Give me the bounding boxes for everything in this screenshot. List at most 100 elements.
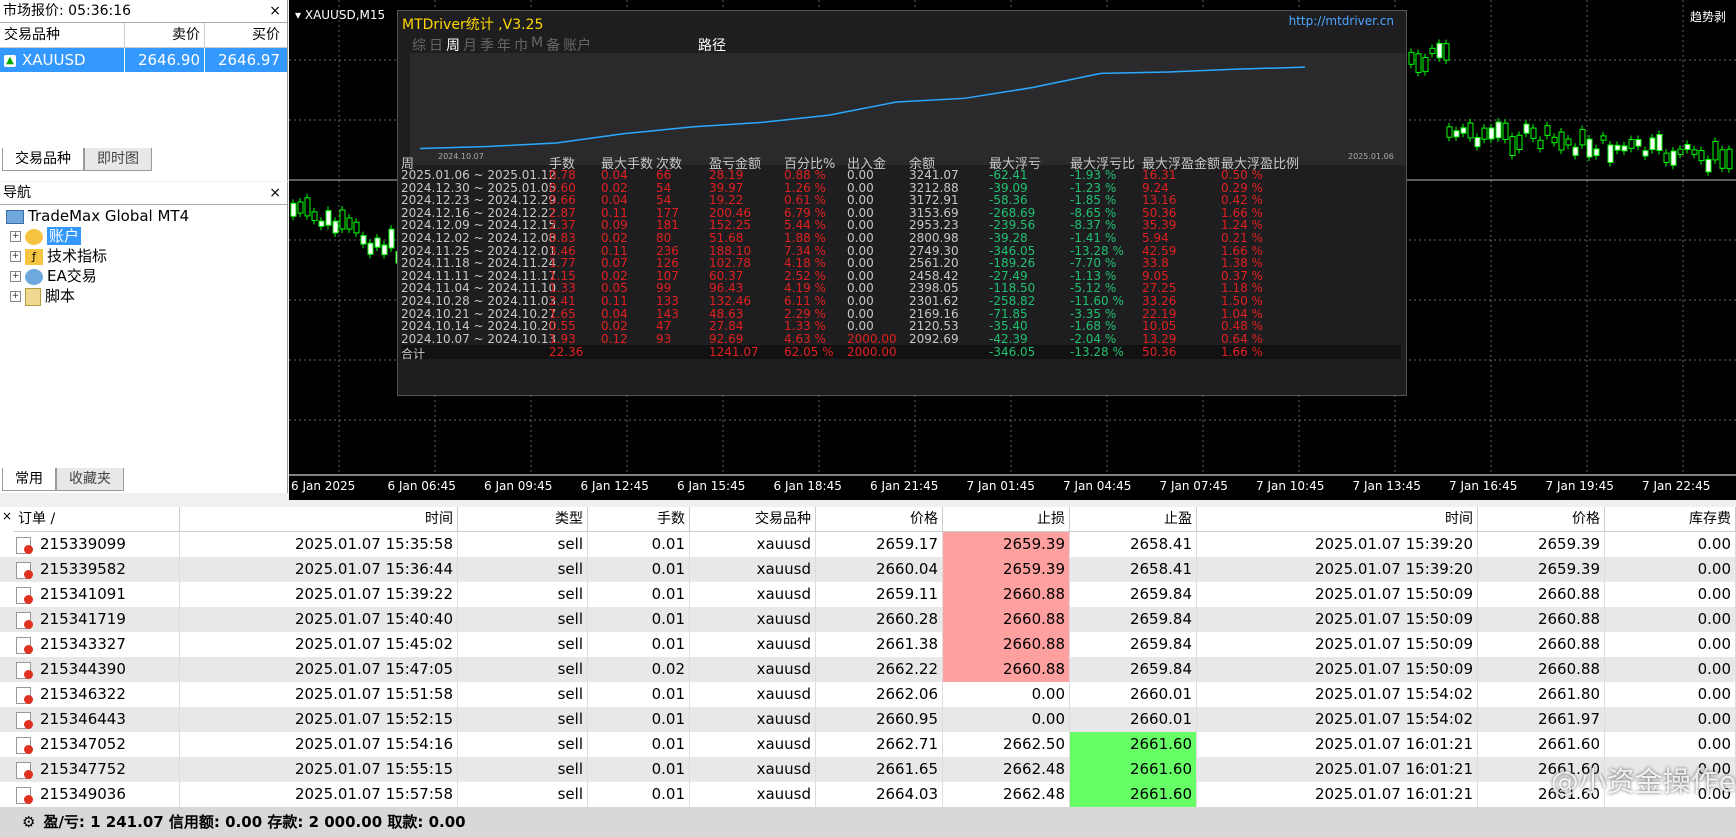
candle-body: [1712, 141, 1719, 161]
orders-col-header[interactable]: 库存费: [1605, 507, 1736, 532]
status-footer: ⚙ 盈/亏: 1 241.07 信用额: 0.00 存款: 2 000.00 取款…: [0, 807, 1736, 837]
ask-price: 2646.97: [217, 51, 280, 69]
order-cell: 0.00: [1605, 682, 1736, 707]
order-row[interactable]: 215343327 2025.01.07 15:45:02 sell 0.01 xauu…: [0, 632, 1736, 657]
order-cell: 0.00: [1605, 632, 1736, 657]
candle-body: [1516, 134, 1523, 151]
order-row[interactable]: 215339582 2025.01.07 15:36:44 sell 0.01 xauu…: [0, 557, 1736, 582]
stats-tab[interactable]: 年: [497, 35, 511, 55]
tree-item-experts[interactable]: + EA交易: [10, 266, 97, 286]
tab-favorites[interactable]: 收藏夹: [56, 468, 124, 491]
stats-tab[interactable]: 季: [480, 35, 494, 55]
stats-tab[interactable]: 综: [412, 35, 426, 55]
order-row[interactable]: 215346443 2025.01.07 15:52:15 sell 0.01 xauu…: [0, 707, 1736, 732]
expand-icon[interactable]: +: [10, 231, 21, 242]
candle-body: [1656, 133, 1663, 152]
order-cell: 2659.84: [1070, 582, 1197, 607]
close-icon[interactable]: ×: [2, 509, 12, 523]
tab-tick-chart[interactable]: 即时图: [84, 148, 152, 171]
expand-icon[interactable]: +: [10, 251, 21, 262]
stats-tab[interactable]: 账户: [563, 35, 591, 55]
order-cell: 2659.39: [943, 557, 1070, 582]
order-row[interactable]: 215341719 2025.01.07 15:40:40 sell 0.01 xauu…: [0, 607, 1736, 632]
stats-total-cell: 2000.00: [847, 345, 897, 359]
order-cell: 0.01: [588, 557, 690, 582]
orders-col-header[interactable]: 手数: [588, 507, 690, 532]
order-cell: sell: [458, 557, 588, 582]
x-tick-label: 7 Jan 07:45: [1159, 479, 1228, 493]
close-icon[interactable]: ×: [269, 182, 281, 204]
order-row[interactable]: 215344390 2025.01.07 15:47:05 sell 0.02 xauu…: [0, 657, 1736, 682]
order-cell: 2660.88: [943, 657, 1070, 682]
orders-col-header[interactable]: 交易品种: [690, 507, 816, 532]
tab-common[interactable]: 常用: [2, 468, 56, 491]
order-cell: 2025.01.07 15:57:58: [180, 782, 458, 807]
stats-tab[interactable]: 日: [429, 35, 443, 55]
stats-tab[interactable]: 巾: [514, 35, 528, 55]
candle-body: [1670, 150, 1677, 166]
candle-body: [1495, 121, 1502, 139]
orders-col-header[interactable]: 价格: [816, 507, 943, 532]
stats-title: MTDriver统计 ,V3.25: [402, 17, 544, 33]
order-row[interactable]: 215347052 2025.01.07 15:54:16 sell 0.01 xauu…: [0, 732, 1736, 757]
orders-col-header[interactable]: 时间: [180, 507, 458, 532]
expand-icon[interactable]: +: [10, 291, 21, 302]
order-cell: 0.02: [588, 657, 690, 682]
candle-body: [1446, 126, 1453, 138]
order-row[interactable]: 215346322 2025.01.07 15:51:58 sell 0.01 xauu…: [0, 682, 1736, 707]
stats-tab[interactable]: 备: [546, 35, 560, 55]
close-icon[interactable]: ×: [269, 0, 281, 22]
orders-table: × 订单 / 时间 类型 手数 交易品种 价格 止损 止盈 时间 价格 库存费 215339099 2…: [0, 507, 1736, 807]
order-row[interactable]: 215347752 2025.01.07 15:55:15 sell 0.01 xauu…: [0, 757, 1736, 782]
order-row[interactable]: 215341091 2025.01.07 15:39:22 sell 0.01 xauu…: [0, 582, 1736, 607]
stats-total-cell: -13.28 %: [1070, 345, 1124, 359]
candle-body: [1663, 152, 1670, 164]
candle-body: [1719, 149, 1726, 169]
orders-col-header[interactable]: 时间: [1197, 507, 1478, 532]
order-cell: 2660.88: [943, 582, 1070, 607]
candle-body: [1474, 136, 1481, 148]
stats-cell: 4.63 %: [784, 331, 826, 346]
stats-tab[interactable]: 月: [463, 35, 477, 55]
path-button[interactable]: 路径: [698, 35, 726, 55]
orders-col-header[interactable]: 止损: [943, 507, 1070, 532]
order-cell: 2025.01.07 15:54:16: [180, 732, 458, 757]
tree-item-scripts[interactable]: + 脚本: [10, 286, 75, 306]
tree-item-indicators[interactable]: + ƒ 技术指标: [10, 246, 107, 266]
candle-body: [360, 235, 367, 245]
candle-body: [353, 221, 360, 234]
orders-col-header[interactable]: 类型: [458, 507, 588, 532]
tree-item-accounts[interactable]: + 账户: [10, 226, 82, 246]
tab-symbols[interactable]: 交易品种: [2, 148, 84, 171]
market-watch-row[interactable]: ▲ XAUUSD 2646.90 2646.97: [0, 48, 287, 72]
expand-icon[interactable]: +: [10, 271, 21, 282]
candle-body: [367, 242, 374, 255]
order-cell: 2660.88: [1478, 582, 1605, 607]
order-cell: 0.01: [588, 757, 690, 782]
candle-body: [1607, 144, 1614, 163]
order-cell: 2660.28: [816, 607, 943, 632]
order-cell: 2661.97: [1478, 707, 1605, 732]
orders-col-header[interactable]: 价格: [1478, 507, 1605, 532]
order-row[interactable]: 215339099 2025.01.07 15:35:58 sell 0.01 xauu…: [0, 532, 1736, 557]
stats-cell: 0.12: [601, 331, 628, 346]
order-row[interactable]: 215349036 2025.01.07 15:57:58 sell 0.01 xauu…: [0, 782, 1736, 807]
col-symbol[interactable]: 交易品种: [0, 23, 125, 47]
order-cell: xauusd: [690, 682, 816, 707]
candle-body: [1684, 143, 1691, 151]
orders-col-header[interactable]: 止盈: [1070, 507, 1197, 532]
tree-root[interactable]: TradeMax Global MT4: [6, 206, 189, 226]
footer-summary: 盈/亏: 1 241.07 信用额: 0.00 存款: 2 000.00 取款:…: [43, 813, 466, 831]
order-cell: 0.00: [943, 682, 1070, 707]
stats-tab[interactable]: 周: [446, 35, 460, 55]
stats-url[interactable]: http://mtdriver.cn: [1289, 14, 1394, 28]
stats-tab[interactable]: M: [531, 35, 543, 55]
order-cell: 0.01: [588, 707, 690, 732]
order-cell: 2661.60: [1478, 732, 1605, 757]
candle-body: [325, 210, 332, 226]
col-bid[interactable]: 卖价: [125, 23, 205, 47]
order-cell: 2025.01.07 16:01:21: [1197, 757, 1478, 782]
col-ask[interactable]: 买价: [205, 23, 284, 47]
order-cell: xauusd: [690, 782, 816, 807]
orders-col-header[interactable]: 订单 /: [14, 507, 180, 532]
